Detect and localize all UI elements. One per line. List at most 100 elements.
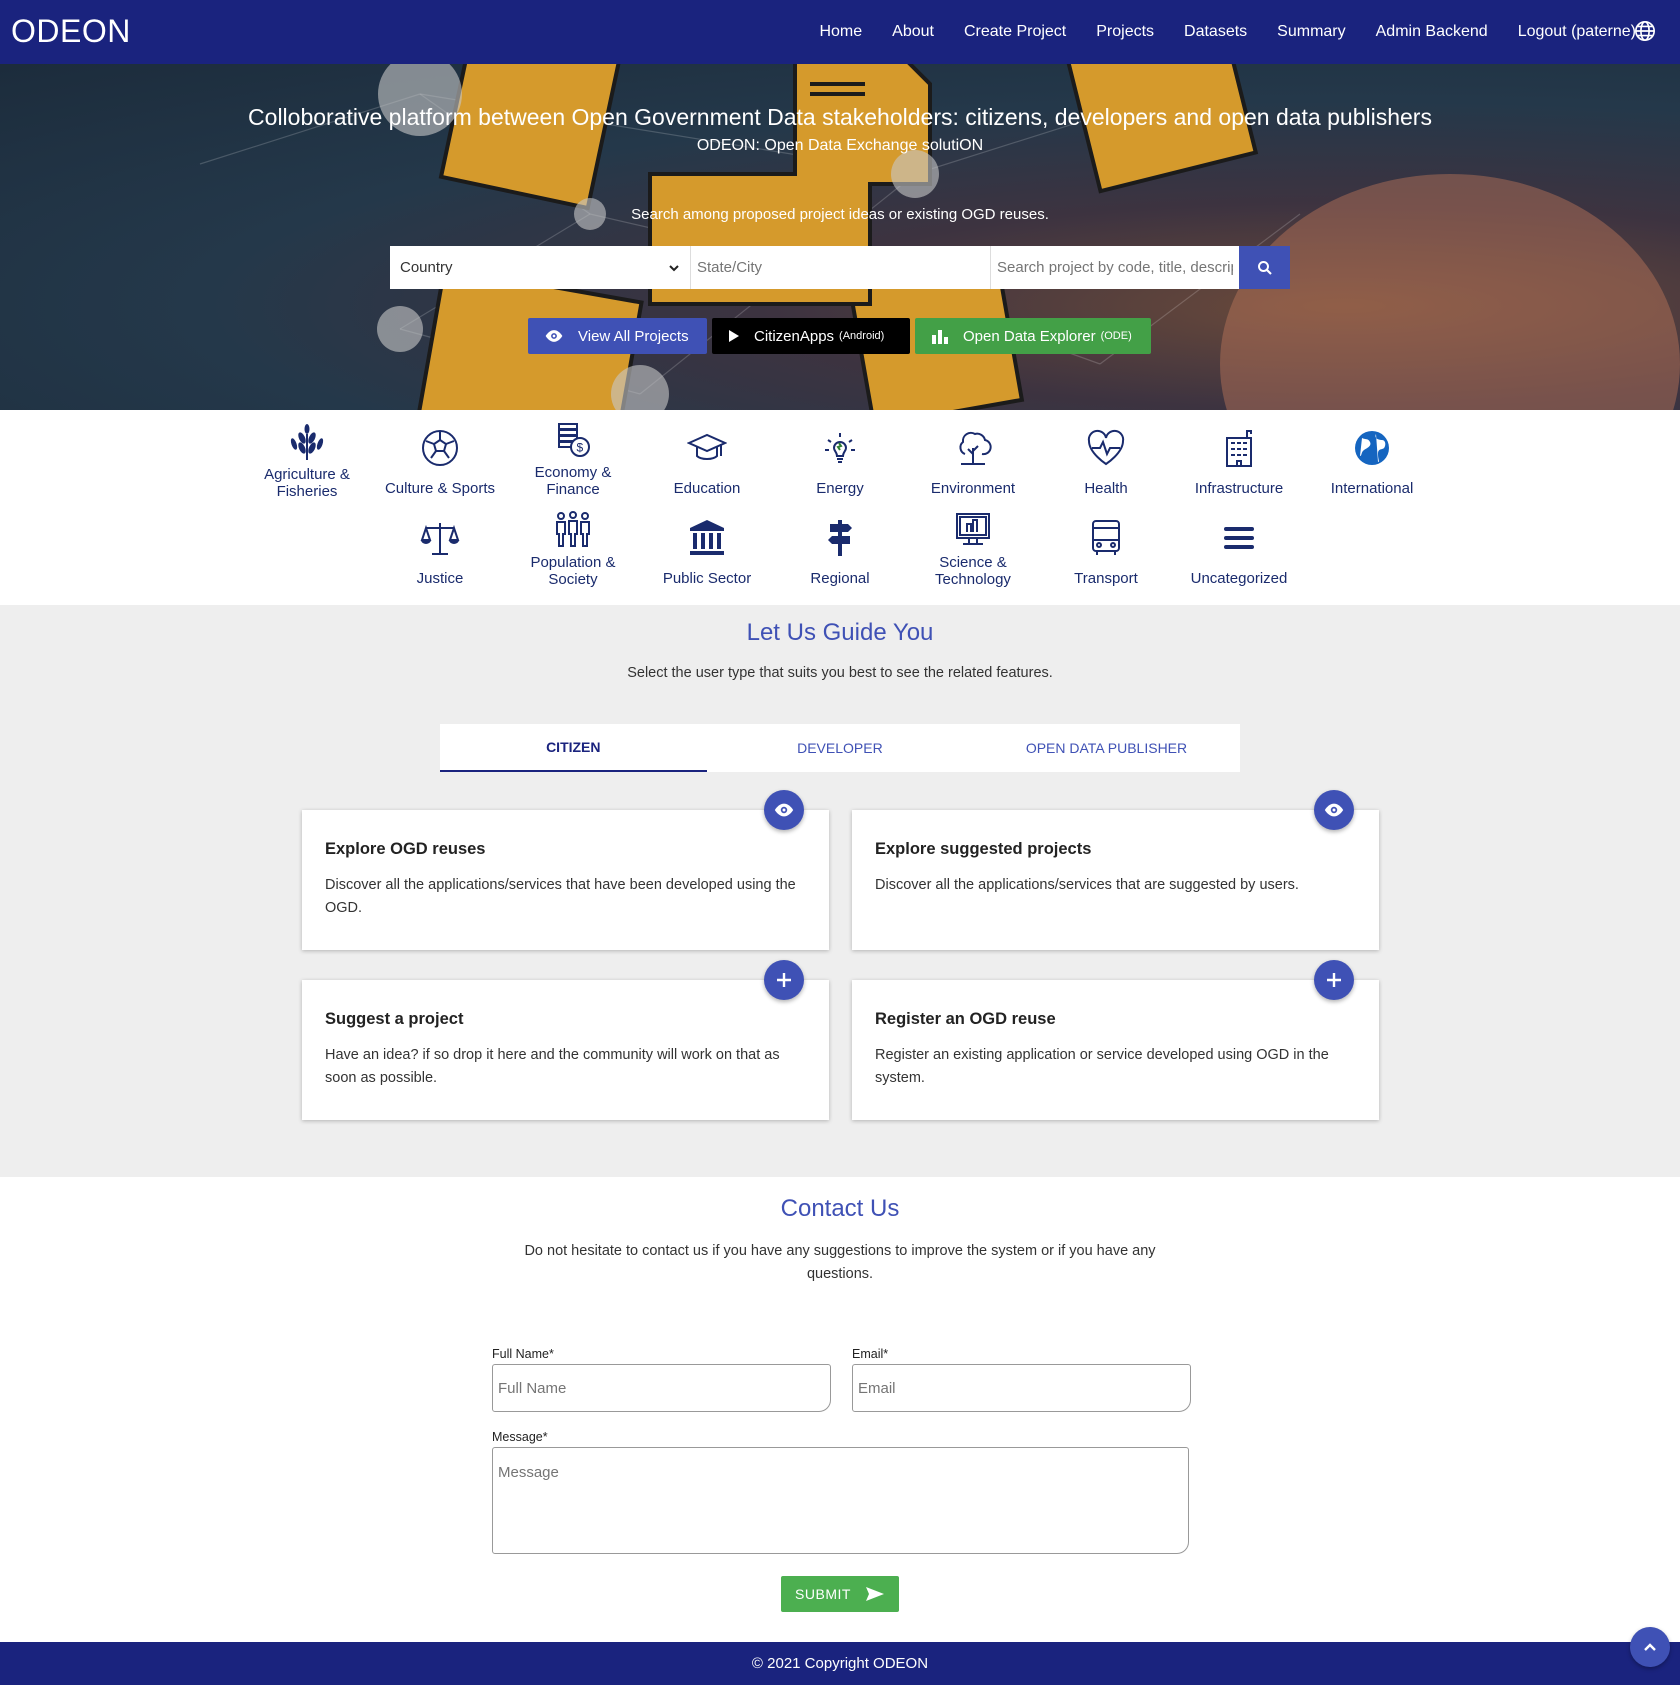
search-button[interactable] xyxy=(1239,246,1290,289)
signpost-icon xyxy=(828,520,852,556)
category-international[interactable]: International xyxy=(1307,428,1437,497)
open-data-explorer-abbrev: (ODE) xyxy=(1100,330,1132,342)
graduation-cap-icon xyxy=(687,433,727,460)
menu-icon xyxy=(1224,527,1254,549)
category-transport[interactable]: Transport xyxy=(1041,518,1171,587)
category-population-society[interactable]: Population & Society xyxy=(508,510,638,588)
submit-label: SUBMIT xyxy=(795,1586,851,1602)
category-label: Public Sector xyxy=(662,570,752,587)
category-energy[interactable]: Energy xyxy=(775,428,905,497)
lightbulb-icon xyxy=(825,433,855,463)
user-type-tabs: CITIZEN DEVELOPER OPEN DATA PUBLISHER xyxy=(440,724,1240,772)
category-education[interactable]: Education xyxy=(642,428,772,497)
card-text: Discover all the applications/services t… xyxy=(325,877,796,916)
soccer-ball-icon xyxy=(422,430,458,466)
category-label: Health xyxy=(1084,480,1128,497)
view-all-projects-button[interactable]: View All Projects xyxy=(528,318,707,354)
category-label: Uncategorized xyxy=(1190,570,1288,587)
nav-home[interactable]: Home xyxy=(819,23,862,41)
category-culture-sports[interactable]: Culture & Sports xyxy=(375,428,505,497)
register-reuse-button[interactable] xyxy=(1314,960,1354,1000)
email-field[interactable] xyxy=(852,1364,1191,1412)
category-science-technology[interactable]: Science & Technology xyxy=(908,510,1038,588)
category-label: International xyxy=(1330,480,1414,497)
category-label: Education xyxy=(673,480,741,497)
card-text: Register an existing application or serv… xyxy=(875,1047,1329,1086)
open-data-explorer-label: Open Data Explorer xyxy=(963,327,1096,345)
hero-buttons: View All Projects CitizenApps (Android) … xyxy=(528,318,1156,354)
feature-card[interactable]: Explore suggested projects Discover all … xyxy=(852,810,1379,950)
category-agriculture[interactable]: Agriculture & Fisheries xyxy=(242,422,372,500)
open-data-explorer-button[interactable]: Open Data Explorer (ODE) xyxy=(915,318,1151,354)
message-label: Message* xyxy=(492,1430,548,1444)
category-uncategorized[interactable]: Uncategorized xyxy=(1174,518,1304,587)
project-search-input[interactable] xyxy=(990,246,1239,289)
category-justice[interactable]: Justice xyxy=(375,518,505,587)
nav-admin-backend[interactable]: Admin Backend xyxy=(1376,23,1488,41)
scales-icon xyxy=(420,523,460,555)
nav-logout[interactable]: Logout (paterne) xyxy=(1518,23,1636,41)
category-health[interactable]: Health xyxy=(1041,428,1171,497)
nav-links: Home About Create Project Projects Datas… xyxy=(789,0,1636,64)
view-all-projects-label: View All Projects xyxy=(578,327,689,345)
nav-datasets[interactable]: Datasets xyxy=(1184,23,1247,41)
computer-icon xyxy=(956,513,990,545)
send-icon xyxy=(865,1587,884,1601)
category-environment[interactable]: Environment xyxy=(908,428,1038,497)
play-icon xyxy=(729,330,739,342)
category-economy-finance[interactable]: $ Economy & Finance xyxy=(508,420,638,498)
full-name-field[interactable] xyxy=(492,1364,831,1412)
full-name-label: Full Name* xyxy=(492,1347,554,1361)
explore-suggested-button[interactable] xyxy=(1314,790,1354,830)
card-title: Register an OGD reuse xyxy=(875,1010,1056,1028)
nav-projects[interactable]: Projects xyxy=(1096,23,1154,41)
nav-create-project[interactable]: Create Project xyxy=(964,23,1066,41)
card-text: Have an idea? if so drop it here and the… xyxy=(325,1047,780,1086)
submit-button[interactable]: SUBMIT xyxy=(781,1576,899,1612)
copyright-text: © 2021 Copyright ODEON xyxy=(751,1655,929,1672)
feature-card[interactable]: Explore OGD reuses Discover all the appl… xyxy=(302,810,829,950)
brand-logo[interactable]: ODEON xyxy=(11,13,131,50)
people-icon xyxy=(556,511,590,547)
footer: © 2021 Copyright ODEON xyxy=(0,1642,1680,1685)
category-label: Science & Technology xyxy=(935,554,1011,588)
tab-open-data-publisher[interactable]: OPEN DATA PUBLISHER xyxy=(973,724,1240,772)
nav-summary[interactable]: Summary xyxy=(1277,23,1345,41)
category-regional[interactable]: Regional xyxy=(775,518,905,587)
citizen-apps-platform: (Android) xyxy=(839,330,885,342)
feature-card[interactable]: Register an OGD reuse Register an existi… xyxy=(852,980,1379,1120)
scroll-to-top-button[interactable] xyxy=(1630,1627,1670,1667)
citizen-apps-button[interactable]: CitizenApps (Android) xyxy=(712,318,910,354)
guide-section: Let Us Guide You Select the user type th… xyxy=(0,605,1680,1177)
tab-citizen[interactable]: CITIZEN xyxy=(440,724,707,772)
explore-reuses-button[interactable] xyxy=(764,790,804,830)
globe-icon[interactable] xyxy=(1634,20,1656,42)
category-label: Economy & Finance xyxy=(534,464,612,498)
guide-subtitle: Select the user type that suits you best… xyxy=(627,665,1053,681)
state-city-input[interactable] xyxy=(690,246,990,289)
chevron-down-icon xyxy=(669,264,679,271)
eye-icon xyxy=(545,330,563,342)
globe-icon xyxy=(1355,431,1389,465)
card-title: Suggest a project xyxy=(325,1010,464,1028)
citizen-apps-label: CitizenApps xyxy=(754,327,835,345)
category-label: Transport xyxy=(1074,570,1138,587)
top-navbar: ODEON Home About Create Project Projects… xyxy=(0,0,1680,64)
hero-banner: Colloborative platform between Open Gove… xyxy=(0,64,1680,410)
feature-card[interactable]: Suggest a project Have an idea? if so dr… xyxy=(302,980,829,1120)
email-label: Email* xyxy=(852,1347,889,1361)
contact-subtitle: Do not hesitate to contact us if you hav… xyxy=(524,1243,1156,1282)
plus-icon xyxy=(777,973,791,987)
suggest-project-button[interactable] xyxy=(764,960,804,1000)
wheat-icon xyxy=(290,424,324,460)
category-label: Population & Society xyxy=(530,554,616,588)
category-public-sector[interactable]: Public Sector xyxy=(642,518,772,587)
category-infrastructure[interactable]: Infrastructure xyxy=(1174,428,1304,497)
nav-about[interactable]: About xyxy=(892,23,934,41)
tab-developer[interactable]: DEVELOPER xyxy=(707,724,974,772)
message-field[interactable] xyxy=(492,1447,1189,1554)
card-text: Discover all the applications/services t… xyxy=(875,877,1299,893)
category-label: Regional xyxy=(810,570,870,587)
country-select[interactable]: Country xyxy=(390,246,690,289)
guide-title: Let Us Guide You xyxy=(746,619,934,646)
